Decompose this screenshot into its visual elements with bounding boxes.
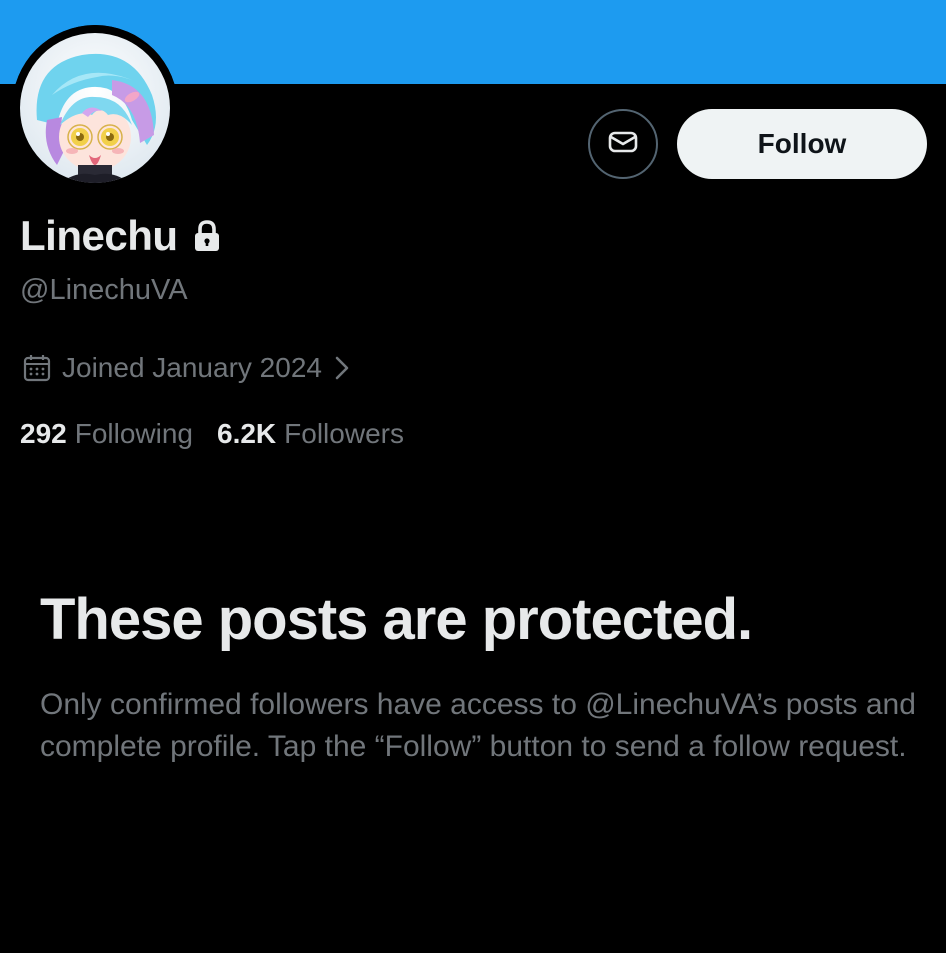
chevron-right-icon bbox=[334, 355, 350, 381]
display-name: Linechu bbox=[20, 212, 178, 259]
following-label: Following bbox=[74, 418, 193, 449]
display-name-row: Linechu bbox=[20, 208, 222, 264]
profile-handle: @LinechuVA bbox=[20, 274, 188, 306]
avatar[interactable] bbox=[12, 25, 178, 191]
followers-count: 6.2K bbox=[217, 418, 277, 449]
follow-button[interactable]: Follow bbox=[677, 109, 927, 179]
follow-stats: 292 Following 6.2K Followers bbox=[20, 414, 428, 454]
calendar-icon bbox=[22, 353, 52, 383]
protected-title: These posts are protected. bbox=[40, 587, 753, 652]
followers-label: Followers bbox=[284, 418, 404, 449]
message-button[interactable] bbox=[588, 109, 658, 179]
following-count: 292 bbox=[20, 418, 67, 449]
following-stat[interactable]: 292 Following bbox=[20, 418, 193, 450]
joined-date-row[interactable]: Joined January 2024 bbox=[22, 348, 350, 388]
lock-icon bbox=[192, 219, 222, 253]
follow-button-label: Follow bbox=[757, 128, 847, 159]
followers-stat[interactable]: 6.2K Followers bbox=[217, 418, 404, 450]
avatar-image bbox=[12, 25, 178, 191]
envelope-icon bbox=[606, 125, 640, 164]
protected-body: Only confirmed followers have access to … bbox=[40, 688, 916, 763]
joined-date: Joined January 2024 bbox=[62, 352, 322, 383]
